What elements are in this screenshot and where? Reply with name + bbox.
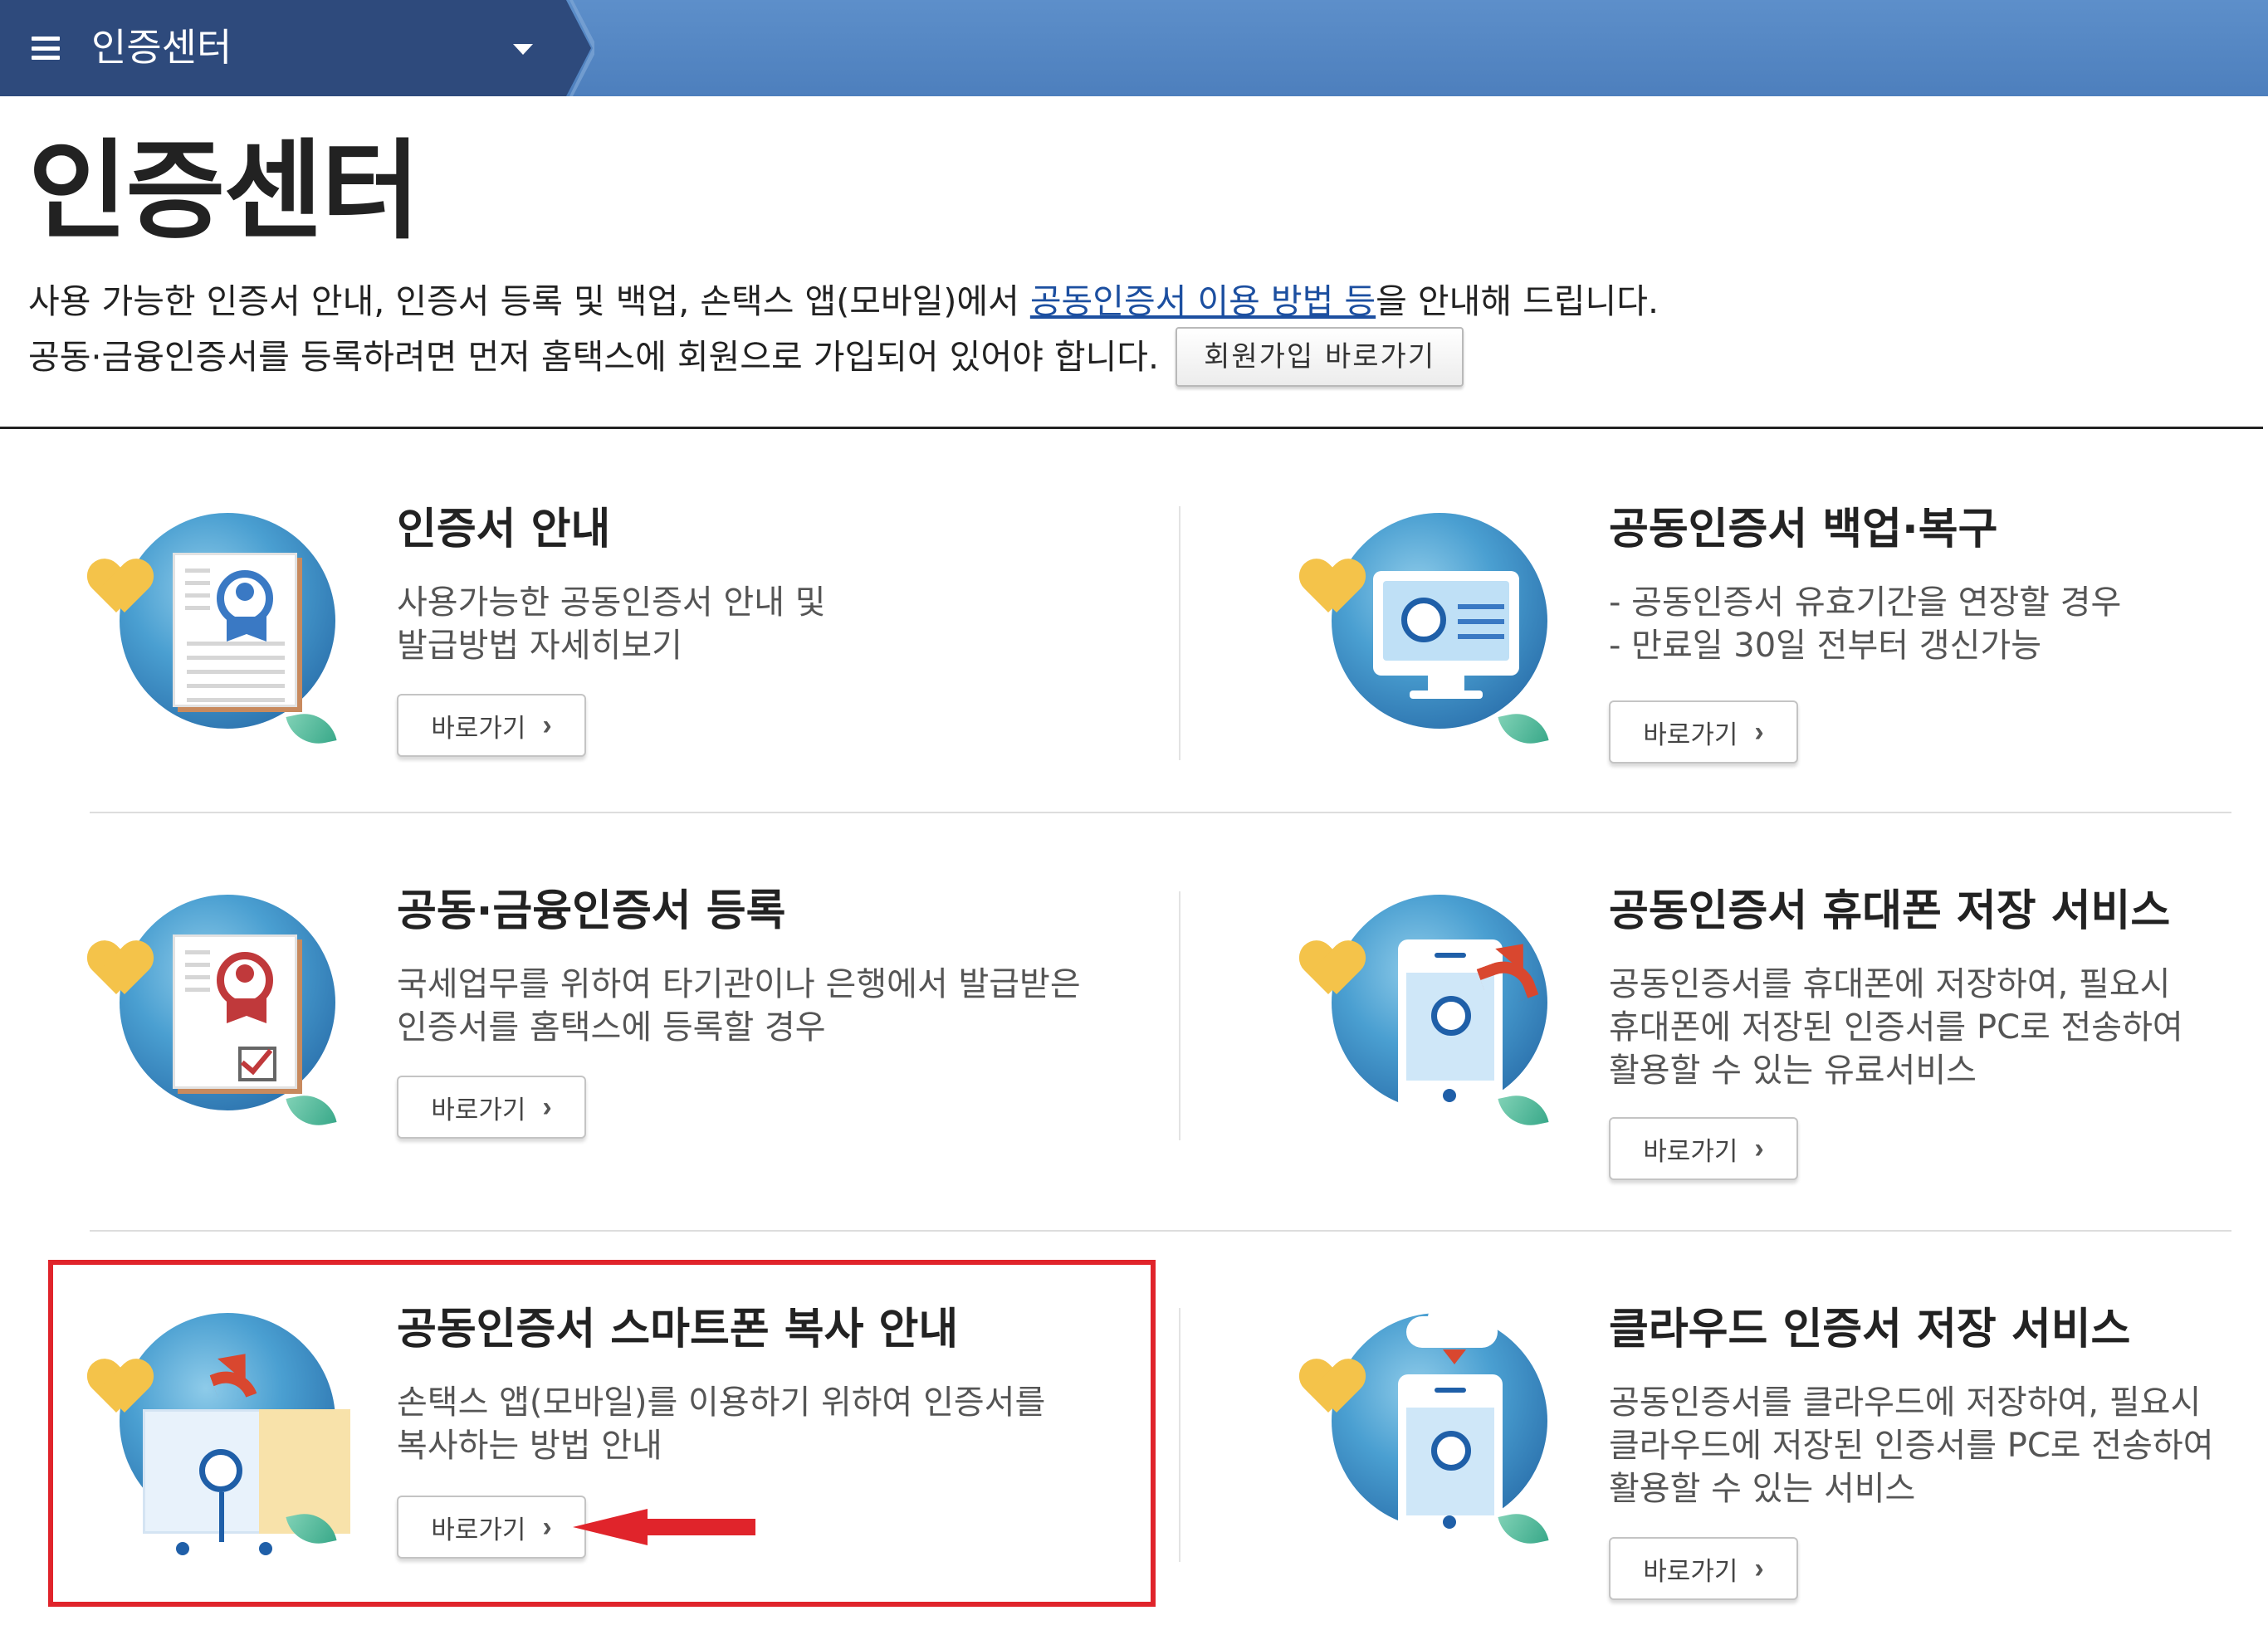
menu-title[interactable]: 인증센터: [91, 20, 232, 75]
caret-down-icon[interactable]: [513, 44, 533, 55]
column-divider: [1179, 506, 1180, 760]
card-description: 사용가능한 공동인증서 안내 및 발급방법 자세히보기: [397, 583, 826, 665]
chevron-right-icon: ›: [1754, 715, 1764, 748]
phone-transfer-icon: [1302, 883, 1576, 1157]
card-certificate-info: 인증서 안내 사용가능한 공동인증서 안내 및 발급방법 자세히보기 바로가기 ›: [90, 501, 1169, 817]
annotation-arrow-icon: [573, 1509, 755, 1545]
hamburger-icon[interactable]: [32, 37, 60, 60]
card-phone-storage: 공동인증서 휴대폰 저장 서비스 공동인증서를 휴대폰에 저장하여, 필요시 휴…: [1302, 883, 2268, 1198]
card-description: 공동인증서를 휴대폰에 저장하여, 필요시 휴대폰에 저장된 인증서를 PC로 …: [1609, 965, 2183, 1090]
intro-line-1: 사용 가능한 인증서 안내, 인증서 등록 및 백업, 손택스 앱(모바일)에서…: [28, 276, 1659, 327]
section-divider: [0, 427, 2263, 429]
certificate-document-icon: [90, 501, 364, 775]
chevron-right-icon: ›: [542, 709, 552, 741]
card-title: 공동인증서 휴대폰 저장 서비스: [1609, 886, 2171, 936]
go-button[interactable]: 바로가기 ›: [397, 1076, 586, 1139]
card-description: - 공동인증서 유효기간을 연장할 경우 - 만료일 30일 전부터 갱신가능: [1609, 583, 2122, 665]
signup-button[interactable]: 회원가입 바로가기: [1176, 327, 1464, 387]
menu-dropdown[interactable]: 인증센터: [0, 0, 591, 96]
card-description: 공동인증서를 클라우드에 저장하여, 필요시 클라우드에 저장된 인증서를 PC…: [1609, 1383, 2214, 1508]
card-title: 인증서 안내: [397, 505, 611, 554]
card-cloud-storage: 클라우드 인증서 저장 서비스 공동인증서를 클라우드에 저장하여, 필요시 클…: [1302, 1300, 2268, 1617]
row-divider: [90, 1230, 2231, 1232]
chevron-right-icon: ›: [1754, 1132, 1764, 1164]
go-button-label: 바로가기: [431, 713, 526, 743]
card-title: 공동인증서 백업·복구: [1609, 505, 1998, 554]
go-button-label: 바로가기: [431, 1095, 526, 1125]
intro-line-2-text: 공동·금융인증서를 등록하려면 먼저 홈택스에 회원으로 가입되어 있어야 합니…: [28, 337, 1160, 377]
go-button[interactable]: 바로가기 ›: [1609, 1537, 1798, 1600]
card-title: 클라우드 인증서 저장 서비스: [1609, 1305, 2131, 1354]
go-button[interactable]: 바로가기 ›: [1609, 1117, 1798, 1180]
go-button-label: 바로가기: [1643, 1556, 1738, 1586]
certificate-check-icon: [90, 883, 364, 1157]
card-register-certificate: 공동·금융인증서 등록 국세업무를 위하여 타기관이나 은행에서 발급받은 인증…: [90, 883, 1169, 1198]
go-button[interactable]: 바로가기 ›: [397, 694, 586, 757]
card-title: 공동·금융인증서 등록: [397, 886, 786, 936]
page-title: 인증센터: [28, 128, 420, 254]
column-divider: [1179, 891, 1180, 1140]
cloud-phone-icon: [1302, 1300, 1576, 1575]
column-divider: [1179, 1308, 1180, 1562]
annotation-highlight-box: [48, 1260, 1156, 1607]
chevron-right-icon: ›: [542, 1091, 552, 1123]
go-button-label: 바로가기: [1643, 1136, 1738, 1166]
card-description: 국세업무를 위하여 타기관이나 은행에서 발급받은 인증서를 홈택스에 등록할 …: [397, 965, 1081, 1047]
go-button-label: 바로가기: [1643, 720, 1738, 749]
monitor-id-card-icon: [1302, 501, 1576, 775]
intro-line-1-prefix: 사용 가능한 인증서 안내, 인증서 등록 및 백업, 손택스 앱(모바일)에서: [28, 281, 1030, 321]
intro-text: 사용 가능한 인증서 안내, 인증서 등록 및 백업, 손택스 앱(모바일)에서…: [28, 276, 1659, 387]
go-button[interactable]: 바로가기 ›: [1609, 700, 1798, 764]
certificate-usage-link[interactable]: 공동인증서 이용 방법 등: [1030, 281, 1376, 321]
card-backup-restore: 공동인증서 백업·복구 - 공동인증서 유효기간을 연장할 경우 - 만료일 3…: [1302, 501, 2268, 817]
intro-line-2: 공동·금융인증서를 등록하려면 먼저 홈택스에 회원으로 가입되어 있어야 합니…: [28, 327, 1659, 387]
chevron-right-icon: ›: [1754, 1552, 1764, 1584]
intro-line-1-suffix: 을 안내해 드립니다.: [1376, 281, 1659, 321]
